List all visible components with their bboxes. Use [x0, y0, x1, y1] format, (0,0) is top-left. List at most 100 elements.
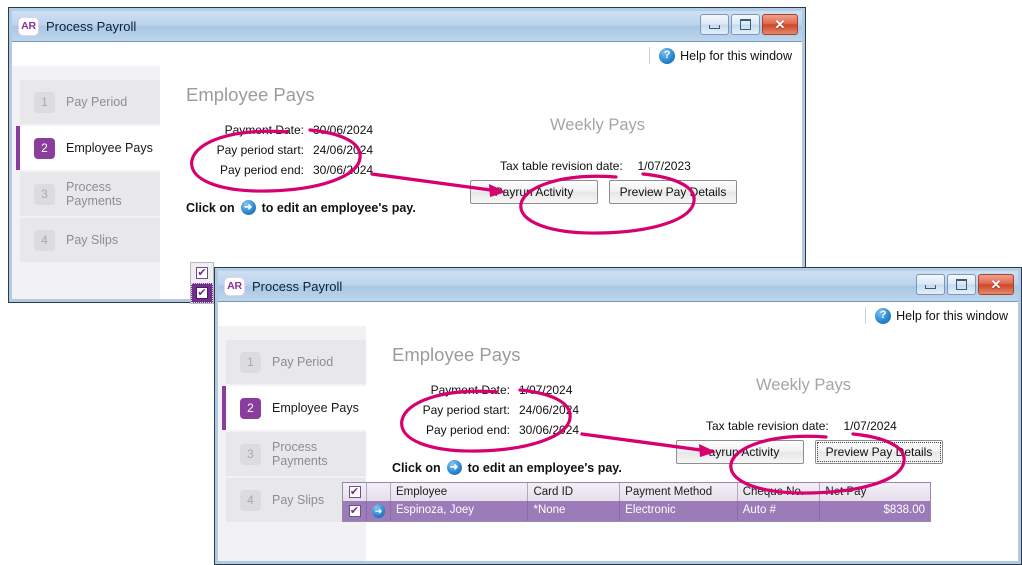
tax-table-revision-row: Tax table revision date: 1/07/2024	[706, 419, 897, 433]
payrun-activity-button[interactable]: Payrun Activity	[470, 180, 598, 204]
row-checkbox-cell[interactable]: ✔	[191, 283, 213, 303]
blue-arrow-icon: ➜	[446, 460, 462, 475]
sidebar-item-process-payments[interactable]: 3 Process Payments	[226, 432, 366, 476]
titlebar-bottom[interactable]: AR Process Payroll ✕	[218, 271, 1018, 302]
select-all-checkbox-cell[interactable]: ✔	[191, 263, 213, 283]
pay-period-start-value: 24/06/2024	[313, 143, 374, 157]
maximize-icon	[956, 279, 967, 290]
cell-cheque-no[interactable]: Auto #	[737, 501, 821, 521]
help-link-label: Help for this window	[680, 48, 792, 63]
table-header-row: ✔ Employee Card ID Payment Method Cheque…	[343, 483, 931, 501]
step-number: 3	[240, 443, 261, 465]
step-number: 2	[34, 137, 55, 159]
help-for-this-window-link[interactable]: ? Help for this window	[659, 47, 792, 64]
pay-dates-group: Payment Date: 30/06/2024 Pay period star…	[186, 120, 802, 180]
payment-date-value: 1/07/2024	[519, 383, 573, 397]
help-for-this-window-link[interactable]: ? Help for this window	[875, 307, 1008, 324]
window-body-bottom: 1 Pay Period 2 Employee Pays 3 Process P…	[218, 326, 1018, 561]
preview-pay-details-button[interactable]: Preview Pay Details	[609, 180, 737, 204]
process-payroll-window-top[interactable]: AR Process Payroll ✕ ? Help for this win…	[8, 7, 806, 303]
cell-payment-method[interactable]: Electronic	[620, 501, 738, 521]
tax-table-revision-row: Tax table revision date: 1/07/2023	[500, 159, 691, 173]
sidebar-item-employee-pays[interactable]: 2 Employee Pays	[16, 126, 160, 170]
divider	[865, 307, 867, 324]
window-body-top: 1 Pay Period 2 Employee Pays 3 Process P…	[12, 66, 802, 299]
tax-table-revision-value: 1/07/2023	[637, 159, 691, 173]
column-header-employee[interactable]: Employee	[391, 483, 529, 501]
checkbox-icon[interactable]: ✔	[348, 486, 361, 498]
process-payroll-window-bottom[interactable]: AR Process Payroll ✕ ? Help for this win…	[214, 267, 1022, 565]
minimize-icon	[925, 285, 936, 289]
row-detail-arrow-cell[interactable]: ➜	[367, 501, 391, 521]
wizard-sidebar-bottom[interactable]: 1 Pay Period 2 Employee Pays 3 Process P…	[218, 326, 366, 561]
titlebar-top[interactable]: AR Process Payroll ✕	[12, 11, 802, 42]
help-question-icon: ?	[875, 307, 892, 324]
employee-pays-table[interactable]: ✔ Employee Card ID Payment Method Cheque…	[342, 482, 931, 522]
pay-period-end-label: Pay period end:	[425, 423, 510, 437]
pay-period-end-value: 30/06/2024	[313, 163, 374, 177]
cell-employee[interactable]: Espinoza, Joey	[391, 501, 529, 521]
minimize-button[interactable]	[916, 274, 945, 295]
tax-table-revision-value: 1/07/2024	[843, 419, 897, 433]
checkbox-icon[interactable]: ✔	[196, 267, 208, 279]
select-all-checkbox-cell[interactable]: ✔	[343, 483, 367, 501]
maximize-button[interactable]	[731, 14, 760, 35]
preview-pay-details-button[interactable]: Preview Pay Details	[815, 440, 943, 464]
sidebar-item-label: Pay Slips	[66, 233, 119, 247]
sidebar-item-label: Pay Period	[272, 355, 334, 369]
step-number: 1	[34, 91, 55, 113]
row-checkbox-cell[interactable]: ✔	[343, 501, 367, 521]
column-header-card-id[interactable]: Card ID	[528, 483, 621, 501]
pay-period-start-row: Pay period start: 24/06/2024	[186, 140, 802, 160]
action-buttons-bottom[interactable]: Payrun Activity Preview Pay Details	[676, 440, 943, 464]
cell-card-id[interactable]: *None	[528, 501, 621, 521]
payment-date-row: Payment Date: 30/06/2024	[186, 120, 802, 140]
step-number: 3	[34, 183, 55, 205]
sidebar-item-pay-period[interactable]: 1 Pay Period	[20, 80, 160, 124]
sidebar-item-pay-period[interactable]: 1 Pay Period	[226, 340, 366, 384]
column-header-cheque-no[interactable]: Cheque No.	[737, 483, 821, 501]
pay-period-start-label: Pay period start:	[216, 143, 304, 157]
window-title: Process Payroll	[252, 278, 343, 294]
help-link-label: Help for this window	[896, 308, 1008, 323]
pay-period-end-row: Pay period end: 30/06/2024	[392, 420, 1018, 440]
window-title: Process Payroll	[46, 18, 137, 34]
payment-date-label: Payment Date:	[430, 383, 510, 397]
window-controls[interactable]: ✕	[916, 274, 1014, 295]
step-number: 1	[240, 351, 261, 373]
close-icon: ✕	[774, 17, 786, 32]
window-controls[interactable]: ✕	[700, 14, 798, 35]
click-hint-prefix: Click on	[392, 460, 441, 475]
maximize-button[interactable]	[947, 274, 976, 295]
tax-table-revision-label: Tax table revision date:	[500, 159, 623, 173]
table-checkbox-column-peek[interactable]: ✔ ✔	[190, 262, 214, 304]
sidebar-item-process-payments[interactable]: 3 Process Payments	[20, 172, 160, 216]
sidebar-item-label: Pay Period	[66, 95, 128, 109]
click-hint-suffix: to edit an employee's pay.	[467, 460, 622, 475]
minimize-icon	[709, 25, 720, 29]
checkbox-icon[interactable]: ✔	[196, 287, 208, 299]
close-button[interactable]: ✕	[762, 14, 798, 35]
blue-arrow-icon[interactable]: ➜	[372, 504, 385, 518]
payment-date-value: 30/06/2024	[313, 123, 374, 137]
column-header-payment-method[interactable]: Payment Method	[620, 483, 738, 501]
action-buttons-top[interactable]: Payrun Activity Preview Pay Details	[470, 180, 737, 204]
wizard-sidebar-top[interactable]: 1 Pay Period 2 Employee Pays 3 Process P…	[12, 66, 160, 299]
payrun-activity-button[interactable]: Payrun Activity	[676, 440, 804, 464]
table-row[interactable]: ✔ ➜ Espinoza, Joey *None Electronic Auto…	[343, 501, 931, 521]
step-number: 4	[34, 229, 55, 251]
cell-net-pay[interactable]: $838.00	[820, 501, 931, 521]
sidebar-item-pay-slips[interactable]: 4 Pay Slips	[20, 218, 160, 262]
close-button[interactable]: ✕	[978, 274, 1014, 295]
page-title: Employee Pays	[392, 344, 521, 365]
pay-period-end-label: Pay period end:	[219, 163, 304, 177]
column-header-net-pay[interactable]: Net Pay	[820, 483, 931, 501]
pay-period-start-value: 24/06/2024	[519, 403, 580, 417]
checkbox-icon[interactable]: ✔	[348, 505, 361, 517]
blue-arrow-icon: ➜	[240, 200, 256, 215]
minimize-button[interactable]	[700, 14, 729, 35]
pay-period-start-label: Pay period start:	[422, 403, 510, 417]
click-hint-prefix: Click on	[186, 200, 235, 215]
sidebar-item-employee-pays[interactable]: 2 Employee Pays	[222, 386, 366, 430]
tax-table-revision-label: Tax table revision date:	[706, 419, 829, 433]
